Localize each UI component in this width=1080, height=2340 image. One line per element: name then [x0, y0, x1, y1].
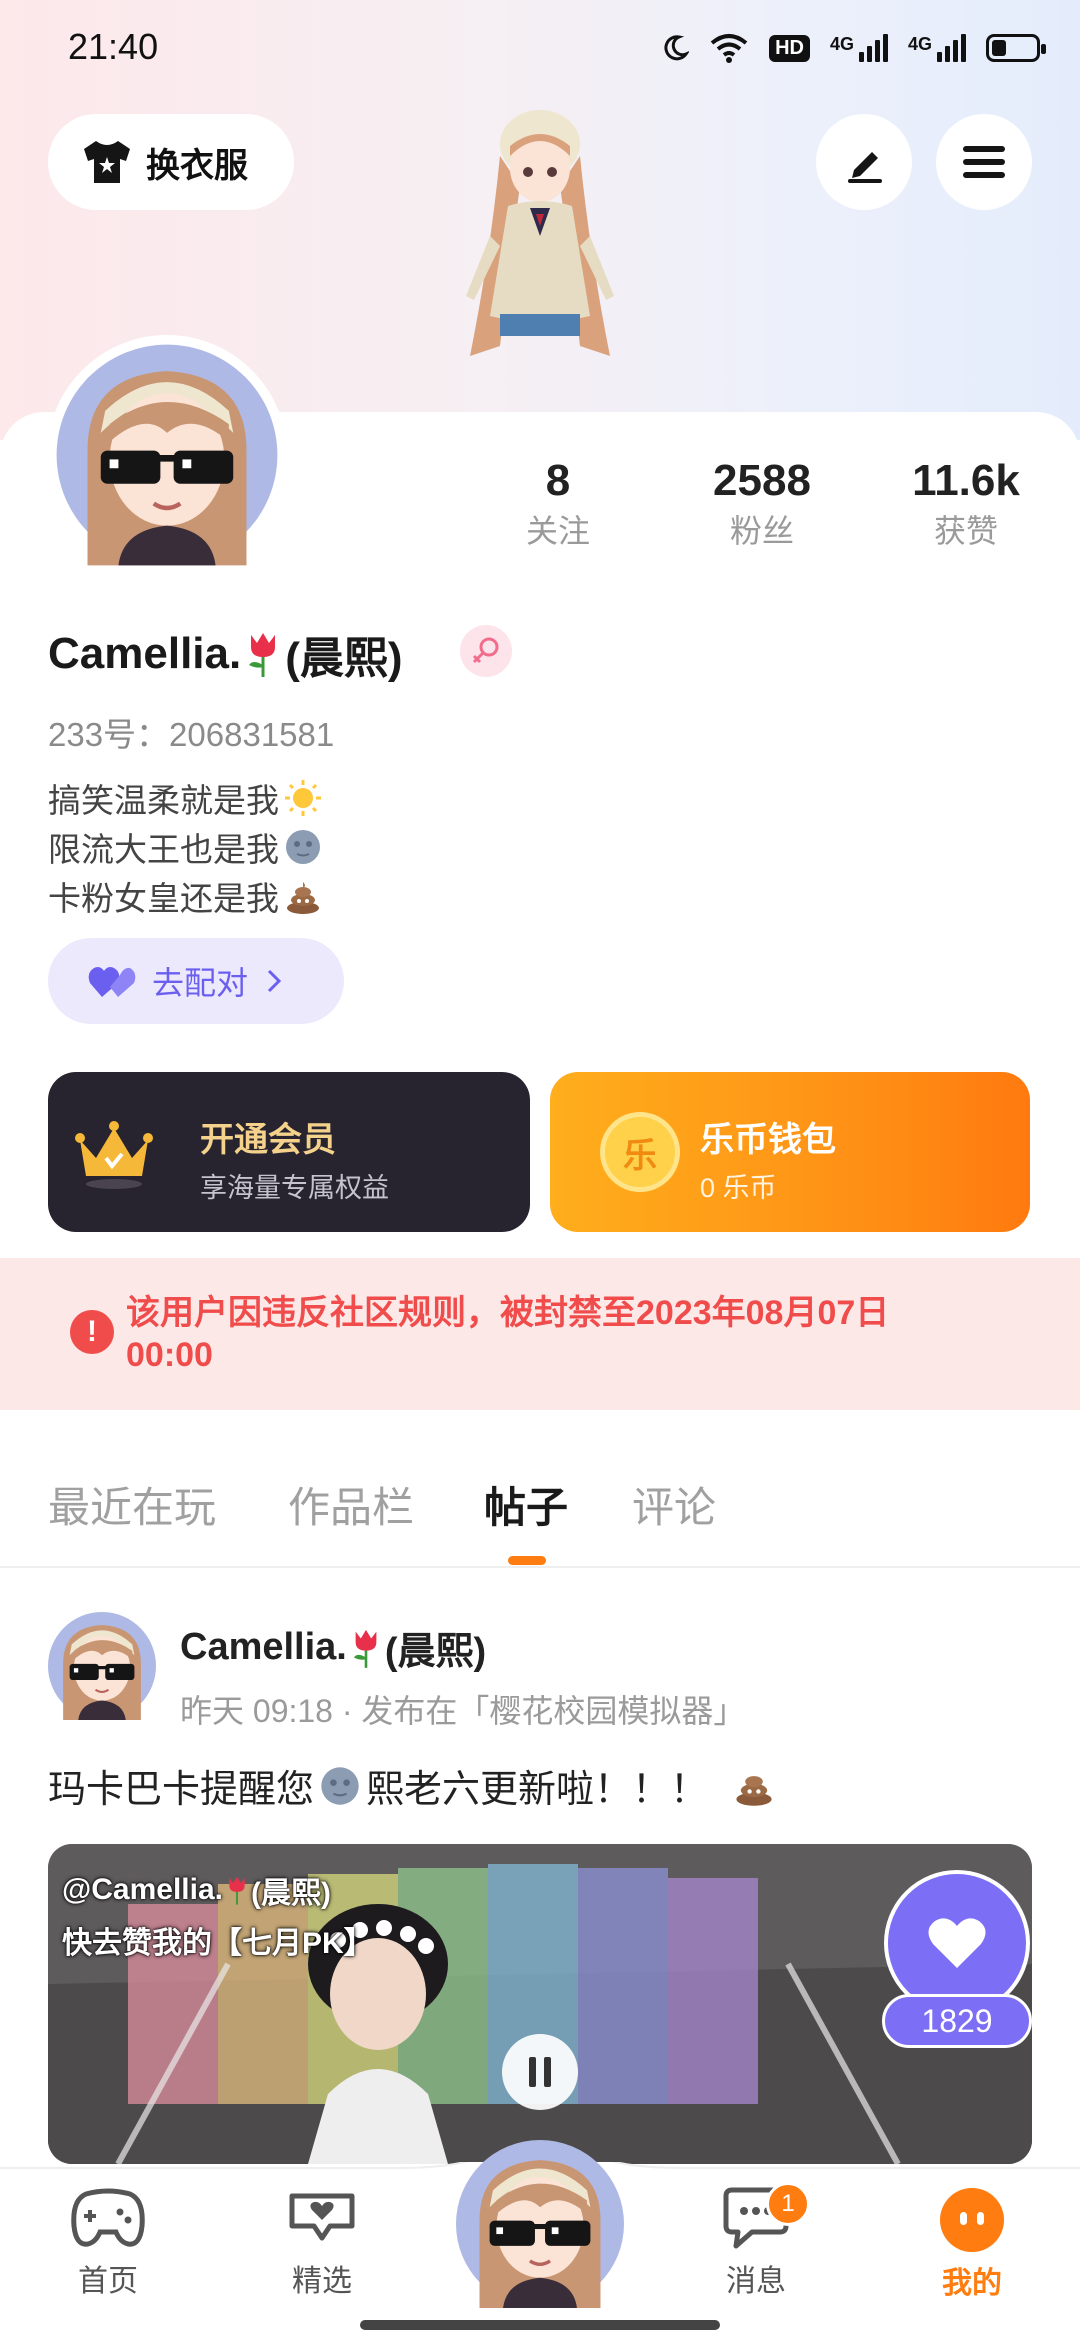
wallet-title: 乐币钱包 — [700, 1121, 836, 1159]
vip-title: 开通会员 — [200, 1121, 336, 1159]
post-meta: 昨天 09:18 · 发布在「樱花校园模拟器」 — [180, 1693, 746, 1729]
stat-following-label: 关注 — [525, 513, 590, 549]
double-heart-icon — [88, 967, 136, 997]
video-caption-line-1: @Camellia. (晨熙) — [62, 1873, 331, 1910]
coin-icon: 乐 — [600, 1112, 680, 1192]
profile-name-text: Camellia. — [48, 629, 242, 678]
tulip-icon — [229, 1876, 245, 1905]
change-outfit-label: 换衣服 — [146, 146, 248, 185]
bio-line-3: 卡粉女皇还是我 — [48, 872, 323, 920]
post-author-avatar[interactable] — [48, 1612, 156, 1720]
profile-name-suffix: (晨熙) — [285, 634, 403, 683]
hd-badge: HD — [769, 34, 810, 62]
change-outfit-button[interactable]: 换衣服 — [48, 114, 294, 210]
tab-recently-played[interactable]: 最近在玩 — [48, 1474, 216, 1535]
signal-1-icon: 4G — [830, 34, 888, 62]
vip-subtitle: 享海量专属权益 — [200, 1173, 389, 1203]
signal-2-icon: 4G — [908, 34, 966, 62]
nav-me-label: 我的 — [942, 2267, 1002, 2300]
menu-icon — [963, 146, 1005, 178]
chevron-right-icon — [267, 969, 282, 993]
pencil-icon — [848, 152, 882, 183]
nav-messages[interactable]: 1 消息 — [686, 2182, 826, 2300]
stat-likes-label: 获赞 — [933, 513, 998, 549]
moon-face-emoji-icon — [286, 830, 320, 864]
match-button[interactable]: 去配对 — [48, 938, 344, 1024]
stat-following-value: 8 — [545, 456, 571, 505]
tab-posts[interactable]: 帖子 — [484, 1474, 568, 1535]
nav-messages-label: 消息 — [726, 2265, 786, 2298]
edit-button[interactable] — [816, 114, 912, 210]
post-text: 玛卡巴卡提醒您 熙老六更新啦！！！ — [48, 1758, 776, 1813]
vip-card[interactable]: 开通会员 享海量专属权益 — [48, 1072, 530, 1232]
nav-home[interactable]: 首页 — [38, 2186, 178, 2300]
nav-center-avatar[interactable] — [456, 2140, 624, 2308]
heart-icon — [928, 1918, 986, 1968]
tulip-icon — [249, 633, 276, 677]
menu-button[interactable] — [936, 114, 1032, 210]
stat-followers-label: 粉丝 — [729, 513, 794, 549]
wifi-icon — [710, 34, 748, 63]
poop-emoji-icon — [287, 882, 319, 914]
wallet-subtitle: 0 乐币 — [700, 1173, 777, 1203]
video-caption-line-2: 快去赞我的【七月PK】 — [62, 1927, 374, 1960]
profile-avatar[interactable] — [47, 335, 287, 575]
stat-likes-value: 11.6k — [912, 456, 1020, 505]
battery-icon — [986, 34, 1046, 62]
ban-notice-text: 该用户因违反社区规则，被封禁至2023年08月07日 00:00 — [126, 1294, 890, 1374]
status-icons: HD 4G 4G — [661, 24, 1046, 72]
nav-me[interactable]: 我的 — [902, 2186, 1042, 2302]
character-figure — [466, 110, 614, 356]
tab-indicator — [508, 1556, 546, 1565]
moon-icon — [664, 35, 690, 61]
crown-icon — [75, 1121, 153, 1189]
status-time: 21:40 — [68, 26, 159, 67]
sun-emoji-icon — [285, 780, 321, 816]
nav-featured[interactable]: 精选 — [252, 2186, 392, 2300]
post-video[interactable]: @Camellia. (晨熙) 快去赞我的【七月PK】 — [48, 1844, 1032, 2164]
nav-featured-label: 精选 — [292, 2265, 352, 2298]
moon-face-emoji-icon — [321, 1766, 359, 1805]
user-id: 233号：206831581 — [48, 716, 335, 753]
tab-works[interactable]: 作品栏 — [288, 1474, 414, 1535]
tab-divider — [0, 1566, 1080, 1568]
home-indicator — [360, 2320, 720, 2330]
tulip-icon — [353, 1629, 377, 1668]
bio-line-1: 搞笑温柔就是我 — [48, 774, 323, 822]
tshirt-icon — [84, 141, 130, 183]
ban-notice: ! 该用户因违反社区规则，被封禁至2023年08月07日 00:00 — [0, 1258, 1080, 1410]
gamepad-icon — [71, 2188, 145, 2247]
pause-button[interactable] — [502, 2034, 578, 2110]
heart-chat-icon — [289, 2193, 355, 2241]
bio-line-2: 限流大王也是我 — [48, 823, 323, 871]
match-label: 去配对 — [152, 965, 249, 1001]
wallet-card[interactable]: 乐 乐币钱包 0 乐币 — [550, 1072, 1030, 1232]
profile-name: Camellia. (晨熙) — [48, 622, 403, 686]
like-count: 1829 — [882, 1994, 1032, 2048]
alert-icon: ! — [70, 1310, 114, 1354]
me-face-icon — [940, 2188, 1004, 2252]
stat-likes[interactable]: 11.6k 获赞 — [876, 456, 1056, 552]
post-author-name[interactable]: Camellia. (晨熙) — [180, 1620, 486, 1675]
pause-icon — [529, 2057, 551, 2087]
message-badge: 1 — [766, 2182, 810, 2226]
poop-emoji-icon — [736, 1775, 772, 1806]
stat-followers[interactable]: 2588 粉丝 — [672, 456, 852, 552]
tab-comments[interactable]: 评论 — [632, 1474, 716, 1535]
stat-followers-value: 2588 — [713, 456, 811, 505]
gender-female-icon — [460, 625, 512, 677]
nav-home-label: 首页 — [78, 2265, 138, 2298]
stat-following[interactable]: 8 关注 — [468, 456, 648, 552]
